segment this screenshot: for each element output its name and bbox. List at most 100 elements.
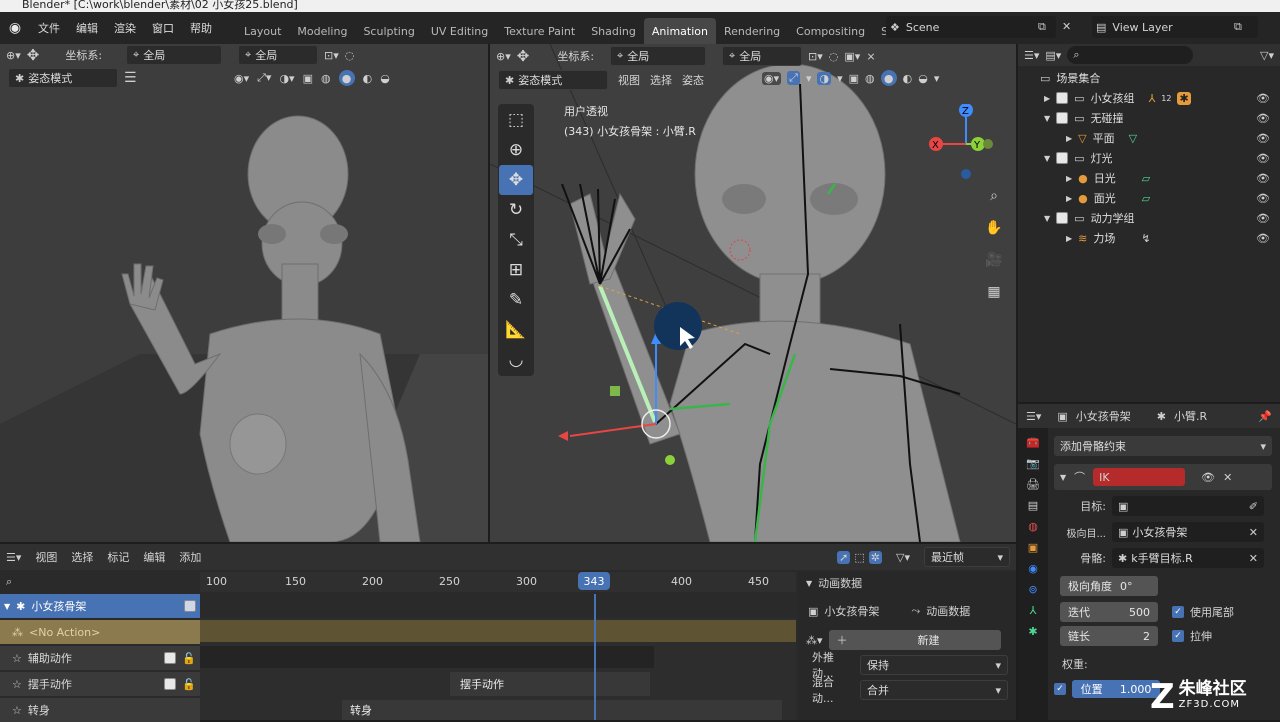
outliner-item[interactable]: ▼ ▭ 动力学组 👁 <box>1018 208 1280 228</box>
main-xray-icon[interactable]: ▣ <box>849 72 859 85</box>
visibility-icon[interactable]: ◉▾ <box>234 72 249 85</box>
nla-menu-marker[interactable]: 标记 <box>107 549 129 565</box>
outliner-item[interactable]: ▶ ● 面光 ▱ 👁 <box>1018 188 1280 208</box>
use-tail-checkbox[interactable]: ✓ <box>1172 606 1184 618</box>
action-strip[interactable]: 转身 <box>342 700 782 720</box>
pin-icon[interactable]: 📌 <box>1258 410 1272 423</box>
main-rendered-icon[interactable]: ◒ <box>918 72 928 85</box>
left-coord-dropdown[interactable]: ⌖ 全局 <box>126 45 223 65</box>
xray-icon[interactable]: ▣ <box>303 72 313 85</box>
move-tool-icon[interactable]: ✥ <box>499 165 533 195</box>
visibility-eye-icon[interactable]: 👁 <box>1256 192 1270 205</box>
nla-menu-view[interactable]: 视图 <box>35 549 57 565</box>
display-mode-icon[interactable]: ▤▾ <box>1045 49 1061 62</box>
overlay-icon[interactable]: ◑▾ <box>279 72 294 85</box>
main-transform-icon[interactable]: ✥ <box>517 47 530 65</box>
main-visibility-icon[interactable]: ◉▾ <box>762 71 782 85</box>
menu-file[interactable]: 文件 <box>30 12 68 44</box>
hamburger-menu-icon[interactable]: ☰ <box>124 70 137 86</box>
exclude-checkbox[interactable] <box>1056 92 1069 104</box>
visibility-eye-icon[interactable]: 👁 <box>1256 132 1270 145</box>
expanded-arrow-icon[interactable]: ▼ <box>1060 473 1066 482</box>
physics-tab-icon[interactable]: ◉ <box>1028 562 1038 575</box>
anim-data-header[interactable]: ▼ 动画数据 <box>798 572 1016 594</box>
main-mirror-icon[interactable]: ⨯ <box>866 50 875 63</box>
world-tab-icon[interactable]: ◍ <box>1028 520 1038 533</box>
main-menu-select[interactable]: 选择 <box>650 72 672 88</box>
zoom-icon[interactable]: ⌕ <box>982 184 1006 208</box>
annotate-tool-icon[interactable]: ✎ <box>499 285 533 315</box>
ortho-grid-icon[interactable]: ▦ <box>982 280 1006 304</box>
outliner-item[interactable]: ▶ ≋ 力场 ↯ 👁 <box>1018 228 1280 248</box>
scene-selector[interactable]: ❖ Scene <box>886 16 1056 38</box>
scale-tool-icon[interactable]: ⤡ <box>499 225 533 255</box>
new-scene-icon[interactable]: ⧉ <box>1038 20 1046 34</box>
outliner-item[interactable]: ▼ ▭ 无碰撞 👁 <box>1018 108 1280 128</box>
main-overlay-icon[interactable]: ◑ <box>817 71 832 85</box>
snap-mode-dropdown[interactable]: 最近帧 ▾ <box>924 547 1010 567</box>
properties-editor-icon[interactable]: ☰▾ <box>1026 410 1041 423</box>
lock-icon[interactable]: 🔓 <box>182 678 196 691</box>
target-field[interactable]: ▣ ✐ <box>1112 496 1264 516</box>
left-mode-dropdown[interactable]: ✱ 姿态模式 <box>8 68 118 88</box>
nla-track-area[interactable]: 摆手动作 转身 <box>200 594 796 720</box>
channel-no-action[interactable]: ⁂ <No Action> <box>0 620 200 644</box>
channel-armature[interactable]: ▼ ✱ 小女孩骨架 <box>0 594 200 618</box>
channel-checkbox[interactable] <box>164 652 177 664</box>
nla-menu-select[interactable]: 选择 <box>71 549 93 565</box>
visibility-eye-icon[interactable]: 👁 <box>1256 212 1270 225</box>
tab-shading[interactable]: Shading <box>583 18 644 44</box>
main-menu-pose[interactable]: 姿态 <box>682 72 704 88</box>
main-solid-icon[interactable]: ● <box>880 70 897 86</box>
tab-rendering[interactable]: Rendering <box>716 18 788 44</box>
render-tab-icon[interactable]: 📷 <box>1026 457 1040 470</box>
bend-tool-icon[interactable]: ◡ <box>499 345 533 375</box>
editor-type-icon[interactable]: ⊕▾ <box>6 49 21 62</box>
transform-tool-icon[interactable]: ⊞ <box>499 255 533 285</box>
menu-help[interactable]: 帮助 <box>182 12 220 44</box>
filter-icon[interactable]: ▽▾ <box>1260 49 1274 62</box>
collapsed-arrow-icon[interactable]: ▶ <box>1066 194 1072 203</box>
expanded-arrow-icon[interactable]: ▼ <box>1044 154 1050 163</box>
exclude-checkbox[interactable] <box>1056 152 1069 164</box>
close-icon[interactable]: ✕ <box>1223 471 1232 484</box>
clear-icon[interactable]: ✕ <box>1249 526 1258 539</box>
rotate-tool-icon[interactable]: ↻ <box>499 195 533 225</box>
main-shading-dropdown-icon[interactable]: ▾ <box>934 72 940 85</box>
weight-position-slider[interactable]: 位置 1.000 <box>1072 680 1160 698</box>
view-layer-tab-icon[interactable]: ▤ <box>1028 499 1038 512</box>
expanded-arrow-icon[interactable]: ▼ <box>1044 114 1050 123</box>
snap-icon[interactable]: ⊡▾ <box>324 49 339 62</box>
blending-dropdown[interactable]: 合并 ▾ <box>860 680 1008 700</box>
visibility-eye-icon[interactable]: 👁 <box>1256 112 1270 125</box>
outliner-item[interactable]: ▶ ● 日光 ▱ 👁 <box>1018 168 1280 188</box>
expanded-arrow-icon[interactable]: ▼ <box>4 602 10 611</box>
outliner-item[interactable]: ▶ ▭ 小女孩组 ⅄ 12 ✱ 👁 <box>1018 88 1280 108</box>
collapsed-arrow-icon[interactable]: ▶ <box>1066 174 1072 183</box>
main-gizmo-icon[interactable]: ⤢ <box>787 71 800 85</box>
main-gizmo-dropdown-icon[interactable]: ▾ <box>806 72 812 85</box>
left-viewport[interactable]: ⊕▾ ✥ 坐标系: ⌖ 全局 ⌖ 全局 ⊡▾ ◌ ✱ 姿态模式 ☰ ◉▾ ⤢▾ ◑▾ … <box>0 44 488 542</box>
weight-position-checkbox[interactable]: ✓ <box>1054 683 1066 695</box>
main-overlay-dropdown-icon[interactable]: ▾ <box>837 72 843 85</box>
tab-uv-editing[interactable]: UV Editing <box>423 18 496 44</box>
exclude-checkbox[interactable] <box>1056 112 1069 124</box>
object-tab-icon[interactable]: ▣ <box>1028 541 1038 554</box>
cursor-tool-icon[interactable]: ⊕ <box>499 135 533 165</box>
new-action-button[interactable]: ＋ 新建 <box>828 630 1001 650</box>
delete-scene-icon[interactable]: ✕ <box>1062 20 1071 33</box>
visibility-eye-icon[interactable]: 👁 <box>1256 92 1270 105</box>
select-tool-icon[interactable]: ⬚ <box>499 105 533 135</box>
tab-layout[interactable]: Layout <box>236 18 289 44</box>
channel-checkbox[interactable] <box>164 678 177 690</box>
main-mode-dropdown[interactable]: ✱ 姿态模式 <box>498 70 608 90</box>
channel-track[interactable]: ☆ 转身 <box>0 698 200 722</box>
nla-editor-type-icon[interactable]: ☰▾ <box>6 551 21 564</box>
exclude-checkbox[interactable] <box>1056 212 1069 224</box>
action-strip[interactable]: 摆手动作 <box>450 672 650 696</box>
menu-window[interactable]: 窗口 <box>144 12 182 44</box>
blender-logo-icon[interactable]: ◉ <box>0 12 30 44</box>
main-editor-type-icon[interactable]: ⊕▾ <box>496 50 511 63</box>
wireframe-shading-icon[interactable]: ◍ <box>321 72 331 85</box>
proportional-icon[interactable]: ◌ <box>345 49 355 62</box>
